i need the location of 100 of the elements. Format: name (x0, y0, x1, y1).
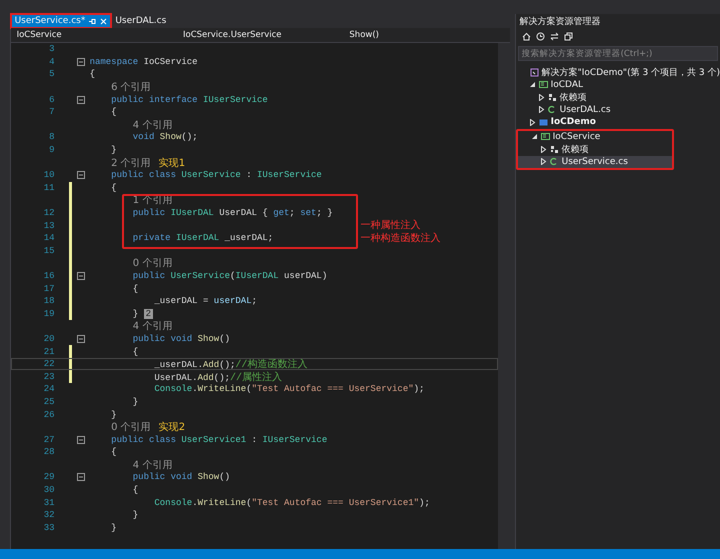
code-line: } 2 (132, 308, 153, 319)
code-line: } (110, 522, 117, 533)
reference-count[interactable]: 0 个引用 (86, 256, 172, 270)
line-number: 8 (48, 132, 56, 142)
line-number: 6 (48, 94, 56, 105)
collapse-icon[interactable] (76, 334, 85, 343)
code-line: _userDAL.Add();//构造函数注入 (153, 358, 308, 372)
line-number: 29 (42, 472, 56, 482)
code-line: namespace IoCService (88, 56, 198, 67)
line-number: 27 (42, 434, 56, 445)
annotation-note: 一种属性注入 (360, 219, 422, 232)
reference-count[interactable]: 4 个引用 (86, 319, 172, 334)
collapse-icon[interactable] (76, 436, 85, 444)
history-icon[interactable] (536, 32, 545, 40)
line-number: 32 (42, 510, 56, 520)
tree-item[interactable]: IoCService (518, 130, 672, 143)
panel-title: 解决方案资源管理器 (520, 15, 601, 28)
line-number: 22 (42, 359, 56, 370)
line-number: 11 (42, 182, 56, 193)
line-number: 10 (42, 170, 56, 180)
line-number: 7 (48, 107, 56, 118)
code-line: private IUserDAL _userDAL; (132, 233, 274, 244)
line-number: 3 (48, 44, 56, 54)
line-number: 28 (42, 447, 56, 458)
tree-item[interactable]: 解决方案"IoCDemo"(第 3 个项目，共 3 个) (516, 66, 720, 78)
project-dropdown[interactable]: IoCService (16, 30, 62, 40)
code-line: { (132, 485, 138, 496)
code-line: public void Show() (132, 472, 230, 482)
code-line: { (88, 69, 95, 80)
line-number: 12 (42, 208, 56, 218)
line-number: 9 (48, 145, 56, 156)
tree-item[interactable]: IoCDemo (516, 116, 720, 128)
member-dropdown[interactable]: Show() (349, 30, 379, 40)
code-line: } (110, 145, 117, 156)
line-number: 18 (42, 296, 56, 306)
code-line: { (132, 346, 138, 357)
annotation-note: 实现1 (158, 156, 186, 170)
expanded-arrow-icon[interactable] (530, 133, 538, 140)
line-number: 23 (42, 372, 56, 382)
file-tab[interactable]: UserDAL.cs (111, 14, 170, 28)
code-line: UserDAL.Add();//属性注入 (153, 370, 282, 384)
line-number: 20 (42, 334, 56, 344)
line-number: 33 (42, 522, 56, 533)
annotation-note: 一种构造函数注入 (360, 232, 441, 246)
collapse-icon[interactable] (76, 58, 85, 66)
type-dropdown[interactable]: IoCService.UserService (182, 30, 282, 40)
code-line: } (132, 510, 138, 520)
csharp-file-icon (550, 157, 559, 166)
collapse-icon[interactable] (76, 96, 85, 104)
reference-count[interactable]: 4 个引用 (86, 118, 172, 132)
expanded-arrow-icon[interactable] (528, 81, 536, 88)
line-number: 15 (42, 246, 56, 256)
pin-icon[interactable] (89, 18, 96, 24)
sync-icon[interactable] (550, 32, 559, 40)
code-line: Console.WriteLine("Test Autofac === UserService1"); (153, 498, 430, 508)
line-number: 16 (42, 270, 56, 281)
line-number: 31 (42, 498, 56, 508)
line-number: 30 (42, 485, 56, 496)
collapsed-arrow-icon[interactable] (538, 106, 545, 114)
copy-icon[interactable] (564, 32, 573, 40)
reference-count[interactable]: 6 个引用 (86, 80, 151, 94)
search-field[interactable]: 搜索解决方案资源管理器(Ctrl+;) (518, 46, 718, 61)
collapse-icon[interactable] (76, 171, 85, 180)
code-line: public UserService(IUserDAL userDAL) (132, 270, 328, 281)
code-line: { (110, 447, 117, 458)
collapsed-arrow-icon[interactable] (540, 158, 547, 166)
tree-item[interactable]: UserDAL.cs (516, 104, 720, 116)
code-line: { (132, 284, 138, 294)
reference-count[interactable]: 2 个引用 (86, 156, 151, 170)
collapsed-arrow-icon[interactable] (538, 94, 545, 101)
file-tab[interactable]: UserService.cs* (10, 14, 112, 28)
reference-count[interactable]: 0 个引用 (86, 420, 151, 434)
line-number: 17 (42, 284, 56, 294)
tree-item[interactable]: 依赖项 (518, 143, 672, 156)
tree-item[interactable]: UserService.cs (518, 156, 672, 168)
tree-item[interactable]: 依赖项 (516, 91, 720, 104)
code-line: _userDAL = userDAL; (153, 296, 258, 306)
collapse-icon[interactable] (76, 473, 85, 482)
code-line: public IUserDAL UserDAL { get; set; } (132, 208, 333, 218)
scrollbar[interactable] (498, 43, 510, 549)
line-number: 5 (48, 69, 56, 80)
line-number: 26 (42, 410, 56, 420)
close-icon[interactable] (100, 18, 108, 24)
home-icon[interactable] (522, 32, 531, 40)
reference-count[interactable]: 4 个引用 (86, 458, 172, 472)
collapsed-arrow-icon[interactable] (540, 146, 547, 153)
code-line: } (110, 410, 117, 420)
code-line: { (110, 107, 117, 118)
code-line: void Show(); (132, 132, 198, 142)
line-number: 21 (42, 346, 56, 357)
code-line: public class UserService : IUserService (110, 170, 322, 180)
collapsed-arrow-icon[interactable] (528, 118, 536, 126)
dependencies-icon (548, 92, 557, 102)
code-line: } (132, 396, 138, 407)
code-line: public class UserService1 : IUserService (110, 434, 328, 445)
collapse-icon[interactable] (76, 272, 85, 280)
tree-item[interactable]: IoCDAL (516, 78, 720, 91)
code-line: { (110, 182, 117, 193)
code-line: public interface IUserService (110, 94, 268, 105)
dependencies-icon (550, 144, 559, 154)
